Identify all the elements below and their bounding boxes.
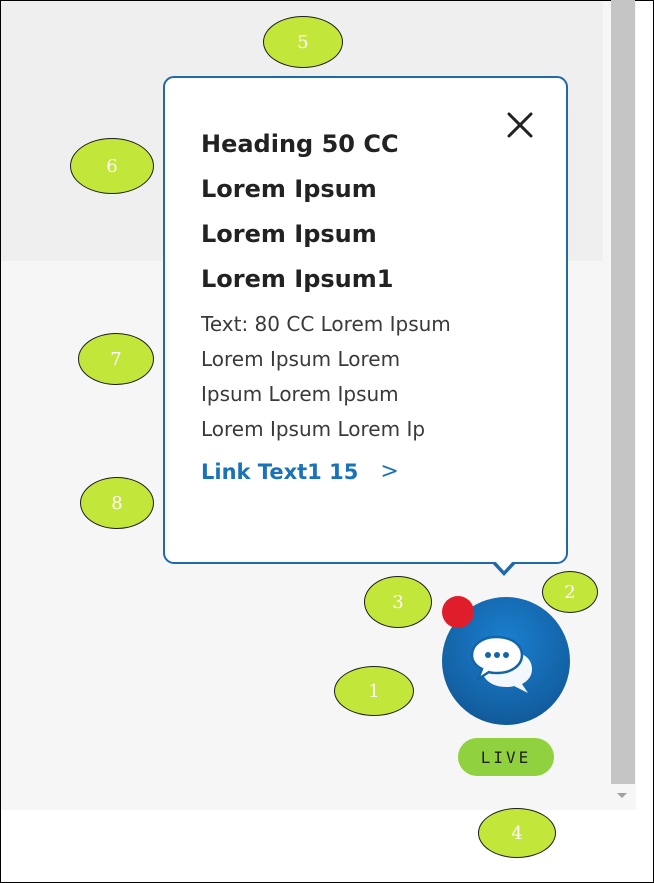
callout-marker: 1 xyxy=(334,666,414,716)
popover-body-line: Lorem Ipsum Lorem Ip xyxy=(201,417,426,441)
popover-body-line: Ipsum Lorem Ipsum xyxy=(201,382,399,406)
popover-heading: Lorem Ipsum1 xyxy=(201,265,394,293)
page-footer-area xyxy=(1,810,653,882)
callout-marker: 3 xyxy=(364,576,432,628)
scroll-down-arrow-icon[interactable] xyxy=(617,793,627,798)
callout-marker: 8 xyxy=(80,477,154,529)
popover-body: Text: 80 CC Lorem Ipsum Lorem Ipsum Lore… xyxy=(201,307,531,447)
popover-body-line: Text: 80 CC Lorem Ipsum xyxy=(201,312,451,336)
notification-dot xyxy=(442,596,474,628)
live-badge: LIVE xyxy=(458,738,554,776)
callout-marker: 4 xyxy=(478,808,556,858)
callout-marker: 6 xyxy=(70,138,154,194)
popover-body-line: Lorem Ipsum Lorem xyxy=(201,347,401,371)
popover-link[interactable]: Link Text1 15 > xyxy=(201,459,531,484)
scrollbar-thumb[interactable] xyxy=(611,0,635,784)
popover-link-text: Link Text1 15 xyxy=(201,459,359,484)
popover-tail-inner xyxy=(494,560,514,571)
popover-heading: Lorem Ipsum xyxy=(201,220,377,248)
callout-marker: 7 xyxy=(78,333,154,385)
popover-content: Heading 50 CC Lorem Ipsum Lorem Ipsum Lo… xyxy=(201,122,531,484)
popover-heading: Lorem Ipsum xyxy=(201,175,377,203)
callout-marker: 2 xyxy=(542,571,598,613)
chat-popover: Heading 50 CC Lorem Ipsum Lorem Ipsum Lo… xyxy=(163,76,568,564)
chevron-right-icon: > xyxy=(380,459,399,484)
popover-heading: Heading 50 CC xyxy=(201,130,399,158)
callout-marker: 5 xyxy=(263,16,343,68)
